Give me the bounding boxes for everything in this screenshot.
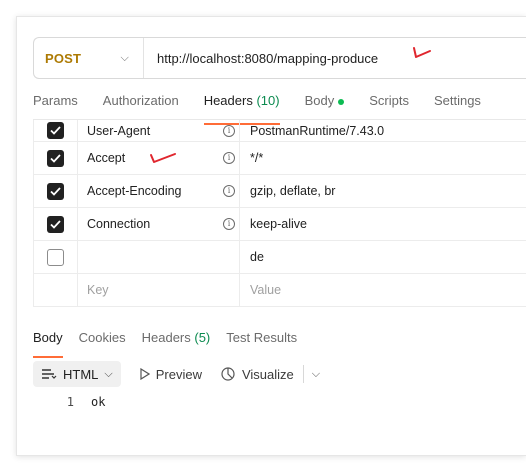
tab-label: Body xyxy=(304,93,335,108)
request-panel: POST ⌵ http://localhost:8080/mapping-pro… xyxy=(16,16,526,456)
header-key[interactable]: Connection xyxy=(87,217,150,231)
response-tabs: Body Cookies Headers (5) Test Results xyxy=(33,330,313,358)
tab-label: Params xyxy=(33,93,78,108)
divider xyxy=(302,365,304,383)
request-tabs: Params Authorization Headers (10) Body S… xyxy=(33,93,506,125)
method-select[interactable]: POST ⌵ xyxy=(34,38,144,78)
check-icon xyxy=(50,186,61,196)
play-icon xyxy=(140,368,150,380)
tab-label: Authorization xyxy=(102,93,179,108)
tab-label: Body xyxy=(33,330,63,345)
new-value-input[interactable]: Value xyxy=(250,283,281,297)
table-row: Connection i keep-alive xyxy=(33,208,526,241)
info-icon[interactable]: i xyxy=(223,185,235,197)
check-icon xyxy=(50,219,61,229)
response-headers-count: (5) xyxy=(194,330,211,345)
tab-label: Cookies xyxy=(78,330,126,345)
new-key-input[interactable]: Key xyxy=(87,283,109,297)
method-label: POST xyxy=(45,50,82,66)
response-body: 1 ok xyxy=(60,395,106,409)
header-value[interactable]: */* xyxy=(250,151,263,165)
tab-params[interactable]: Params xyxy=(33,93,78,119)
visualize-label: Visualize xyxy=(241,366,294,382)
header-value[interactable]: gzip, deflate, br xyxy=(250,184,335,198)
header-enabled-checkbox[interactable] xyxy=(47,215,64,233)
header-value[interactable]: de xyxy=(250,250,264,264)
tab-scripts[interactable]: Scripts xyxy=(369,93,409,119)
body-status-dot-icon xyxy=(338,98,345,105)
info-icon[interactable]: i xyxy=(223,152,235,164)
chevron-down-icon: ⌵ xyxy=(120,51,129,64)
tab-response-body[interactable]: Body xyxy=(33,330,63,358)
header-value[interactable]: keep-alive xyxy=(250,217,307,231)
tab-test-results[interactable]: Test Results xyxy=(226,330,297,354)
info-icon[interactable]: i xyxy=(223,218,235,230)
line-number: 1 xyxy=(66,395,74,409)
header-key[interactable]: Accept xyxy=(87,151,125,165)
preview-button[interactable]: Preview xyxy=(139,367,202,382)
header-value[interactable]: PostmanRuntime/7.43.0 xyxy=(250,124,384,138)
check-icon xyxy=(50,126,61,135)
tab-response-cookies[interactable]: Cookies xyxy=(79,330,126,354)
chevron-down-icon: ⌵ xyxy=(104,367,113,380)
table-row: Accept-Encoding i gzip, deflate, br xyxy=(33,175,526,208)
response-view-bar: HTML ⌵ Preview Visualize ⌵ xyxy=(33,361,320,387)
check-icon xyxy=(50,153,61,163)
visualize-button[interactable]: Visualize xyxy=(220,366,294,382)
tab-body[interactable]: Body xyxy=(305,93,345,119)
table-row: Accept i */* xyxy=(33,142,526,175)
checkmark-annotation-icon xyxy=(413,47,431,58)
table-row-new: Key Value xyxy=(33,274,526,307)
tab-settings[interactable]: Settings xyxy=(434,93,481,119)
table-row: User-Agent i PostmanRuntime/7.43.0 xyxy=(33,120,526,142)
tab-label: Headers xyxy=(141,330,191,345)
header-enabled-checkbox[interactable] xyxy=(47,122,64,139)
visualize-icon xyxy=(221,367,235,381)
header-enabled-checkbox[interactable] xyxy=(47,182,64,200)
header-enabled-checkbox[interactable] xyxy=(47,248,64,266)
url-bar: POST ⌵ http://localhost:8080/mapping-pro… xyxy=(33,37,526,79)
tab-authorization[interactable]: Authorization xyxy=(103,93,179,119)
header-enabled-checkbox[interactable] xyxy=(47,149,64,167)
url-input[interactable]: http://localhost:8080/mapping-produce xyxy=(144,51,378,66)
headers-count: (10) xyxy=(256,93,280,108)
tab-label: Scripts xyxy=(369,93,409,108)
chevron-down-icon[interactable]: ⌵ xyxy=(312,368,320,381)
format-lines-icon xyxy=(42,369,57,379)
headers-table: User-Agent i PostmanRuntime/7.43.0 Accept… xyxy=(33,119,526,307)
tab-headers[interactable]: Headers (10) xyxy=(203,93,280,125)
checkmark-annotation-icon xyxy=(150,153,176,163)
tab-label: Settings xyxy=(433,93,481,108)
tab-label: Headers xyxy=(203,93,253,108)
info-icon[interactable]: i xyxy=(223,124,235,137)
header-key[interactable]: User-Agent xyxy=(87,124,150,138)
tab-label: Test Results xyxy=(226,330,298,345)
format-select[interactable]: HTML ⌵ xyxy=(33,361,121,387)
table-row: de xyxy=(33,241,526,274)
tab-response-headers[interactable]: Headers (5) xyxy=(142,330,211,354)
format-label: HTML xyxy=(63,366,99,382)
preview-label: Preview xyxy=(155,366,202,382)
code-line: ok xyxy=(91,395,106,409)
header-key[interactable]: Accept-Encoding xyxy=(87,184,182,198)
